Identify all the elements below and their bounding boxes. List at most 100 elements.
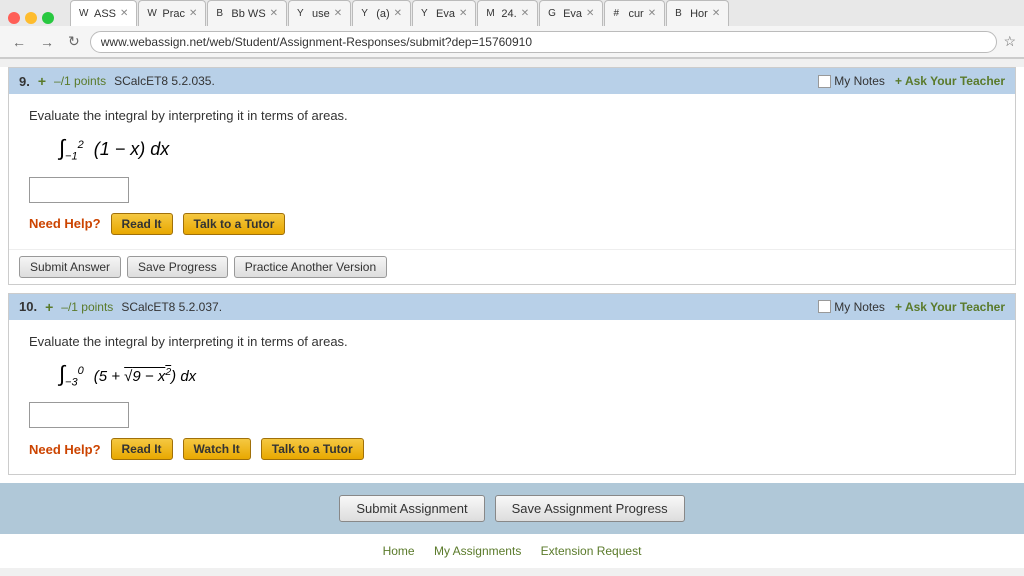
tab-label-a: (a): [376, 8, 389, 20]
tab-icon-24: M: [486, 8, 498, 20]
submit-answer-button-q9[interactable]: Submit Answer: [19, 256, 121, 278]
tab-icon-use: Y: [297, 8, 309, 20]
read-it-button-q9[interactable]: Read It: [111, 213, 173, 235]
ask-teacher-button-q9[interactable]: + Ask Your Teacher: [895, 74, 1005, 88]
read-it-button-q10[interactable]: Read It: [111, 438, 173, 460]
tab-a[interactable]: Y (a) ✕: [352, 0, 411, 26]
save-assignment-progress-button[interactable]: Save Assignment Progress: [495, 495, 685, 522]
question-10-header-right: My Notes + Ask Your Teacher: [818, 300, 1005, 314]
tab-use[interactable]: Y use ✕: [288, 0, 351, 26]
tab-close-bb[interactable]: ✕: [270, 8, 278, 19]
need-help-label-q9: Need Help?: [29, 216, 101, 231]
question-10-number: 10.: [19, 299, 37, 314]
tab-hor1[interactable]: B Hor ✕: [666, 0, 729, 26]
tab-icon-a: Y: [361, 8, 373, 20]
expand-icon-q10[interactable]: +: [45, 299, 53, 315]
tab-icon-bb: B: [216, 8, 228, 20]
tab-prac[interactable]: W Prac ✕: [138, 0, 206, 26]
tab-24[interactable]: M 24. ✕: [477, 0, 538, 26]
tab-eva2[interactable]: G Eva ✕: [539, 0, 603, 26]
submit-assignment-button[interactable]: Submit Assignment: [339, 495, 484, 522]
tab-close-ass[interactable]: ✕: [120, 8, 128, 19]
my-notes-button-q9[interactable]: My Notes: [818, 74, 885, 88]
tab-close-eva2[interactable]: ✕: [586, 8, 594, 19]
ask-teacher-button-q10[interactable]: + Ask Your Teacher: [895, 300, 1005, 314]
ask-teacher-label-q10: Ask Your Teacher: [905, 300, 1005, 314]
question-9-actions: Submit Answer Save Progress Practice Ano…: [9, 249, 1015, 284]
tab-label-hor1: Hor: [690, 8, 708, 20]
question-9-answer-input[interactable]: [29, 177, 129, 203]
tab-label-ass: ASS: [94, 8, 116, 20]
tab-icon-prac: W: [147, 8, 159, 20]
bookmark-icon[interactable]: ☆: [1003, 33, 1016, 50]
my-notes-button-q10[interactable]: My Notes: [818, 300, 885, 314]
tab-bb[interactable]: B Bb WS ✕: [207, 0, 287, 26]
tab-label-cur: cur: [628, 8, 643, 20]
maximize-button[interactable]: [42, 12, 54, 24]
question-9-id: SCalcET8 5.2.035.: [114, 74, 215, 88]
tab-label-bb: Bb WS: [231, 8, 265, 20]
question-9-header-left: 9. + –/1 points SCalcET8 5.2.035.: [19, 73, 215, 89]
tab-icon-eva1: Y: [421, 8, 433, 20]
talk-to-tutor-button-q10[interactable]: Talk to a Tutor: [261, 438, 364, 460]
page-footer: Home My Assignments Extension Request: [0, 534, 1024, 568]
page-content: 9. + –/1 points SCalcET8 5.2.035. My Not…: [0, 67, 1024, 568]
tab-label-eva2: Eva: [563, 8, 582, 20]
tab-bar: W ASS ✕ W Prac ✕ B Bb WS ✕ Y use ✕ Y (a): [70, 0, 730, 26]
my-notes-checkbox-q10[interactable]: [818, 300, 831, 313]
question-9-body: Evaluate the integral by interpreting it…: [9, 94, 1015, 249]
question-9-header-right: My Notes + Ask Your Teacher: [818, 74, 1005, 88]
tab-icon-cur: #: [613, 8, 625, 20]
question-9-help: Need Help? Read It Talk to a Tutor: [29, 213, 995, 235]
my-notes-label-q10: My Notes: [834, 300, 885, 314]
tab-close-24[interactable]: ✕: [521, 8, 529, 19]
submit-footer: Submit Assignment Save Assignment Progre…: [0, 483, 1024, 534]
expand-icon-q9[interactable]: +: [38, 73, 46, 89]
my-notes-checkbox-q9[interactable]: [818, 75, 831, 88]
tab-close-use[interactable]: ✕: [334, 8, 342, 19]
tab-ass[interactable]: W ASS ✕: [70, 0, 137, 26]
back-button[interactable]: ←: [8, 32, 30, 52]
question-9-prompt: Evaluate the integral by interpreting it…: [29, 108, 995, 123]
question-9-integral: ∫−12 (1 − x) dx: [59, 135, 995, 163]
question-9-header: 9. + –/1 points SCalcET8 5.2.035. My Not…: [9, 68, 1015, 94]
my-notes-label-q9: My Notes: [834, 74, 885, 88]
tab-eva1[interactable]: Y Eva ✕: [412, 0, 476, 26]
extension-request-link[interactable]: Extension Request: [541, 544, 642, 558]
question-10-header-left: 10. + –/1 points SCalcET8 5.2.037.: [19, 299, 222, 315]
tab-label-eva1: Eva: [436, 8, 455, 20]
watch-it-button-q10[interactable]: Watch It: [183, 438, 251, 460]
tab-close-a[interactable]: ✕: [394, 8, 402, 19]
talk-to-tutor-button-q9[interactable]: Talk to a Tutor: [183, 213, 286, 235]
tab-icon-ass: W: [79, 8, 91, 20]
save-progress-button-q9[interactable]: Save Progress: [127, 256, 228, 278]
tab-close-hor1[interactable]: ✕: [712, 8, 720, 19]
home-link[interactable]: Home: [383, 544, 415, 558]
tab-icon-hor1: B: [675, 8, 687, 20]
question-9: 9. + –/1 points SCalcET8 5.2.035. My Not…: [8, 67, 1016, 285]
url-input[interactable]: [90, 31, 998, 53]
question-9-points: –/1 points: [54, 74, 106, 88]
forward-button[interactable]: →: [36, 32, 58, 52]
tab-close-prac[interactable]: ✕: [189, 8, 197, 19]
practice-another-version-button-q9[interactable]: Practice Another Version: [234, 256, 387, 278]
tab-icon-eva2: G: [548, 8, 560, 20]
ask-teacher-plus-icon-q9: +: [895, 74, 902, 88]
question-10-header: 10. + –/1 points SCalcET8 5.2.037. My No…: [9, 294, 1015, 320]
tab-cur[interactable]: # cur ✕: [604, 0, 665, 26]
question-10-integral: ∫−30 (5 + √9 − x2) dx: [59, 361, 995, 389]
question-10-help: Need Help? Read It Watch It Talk to a Tu…: [29, 438, 995, 460]
question-10-answer-input[interactable]: [29, 402, 129, 428]
tab-close-eva1[interactable]: ✕: [459, 8, 467, 19]
question-10-points: –/1 points: [61, 300, 113, 314]
my-assignments-link[interactable]: My Assignments: [434, 544, 521, 558]
question-10-id: SCalcET8 5.2.037.: [121, 300, 222, 314]
tab-close-cur[interactable]: ✕: [648, 8, 656, 19]
reload-button[interactable]: ↻: [64, 31, 84, 52]
minimize-button[interactable]: [25, 12, 37, 24]
close-button[interactable]: [8, 12, 20, 24]
tab-label-24: 24.: [501, 8, 516, 20]
tab-label-use: use: [312, 8, 330, 20]
question-10: 10. + –/1 points SCalcET8 5.2.037. My No…: [8, 293, 1016, 476]
tab-label-prac: Prac: [162, 8, 185, 20]
